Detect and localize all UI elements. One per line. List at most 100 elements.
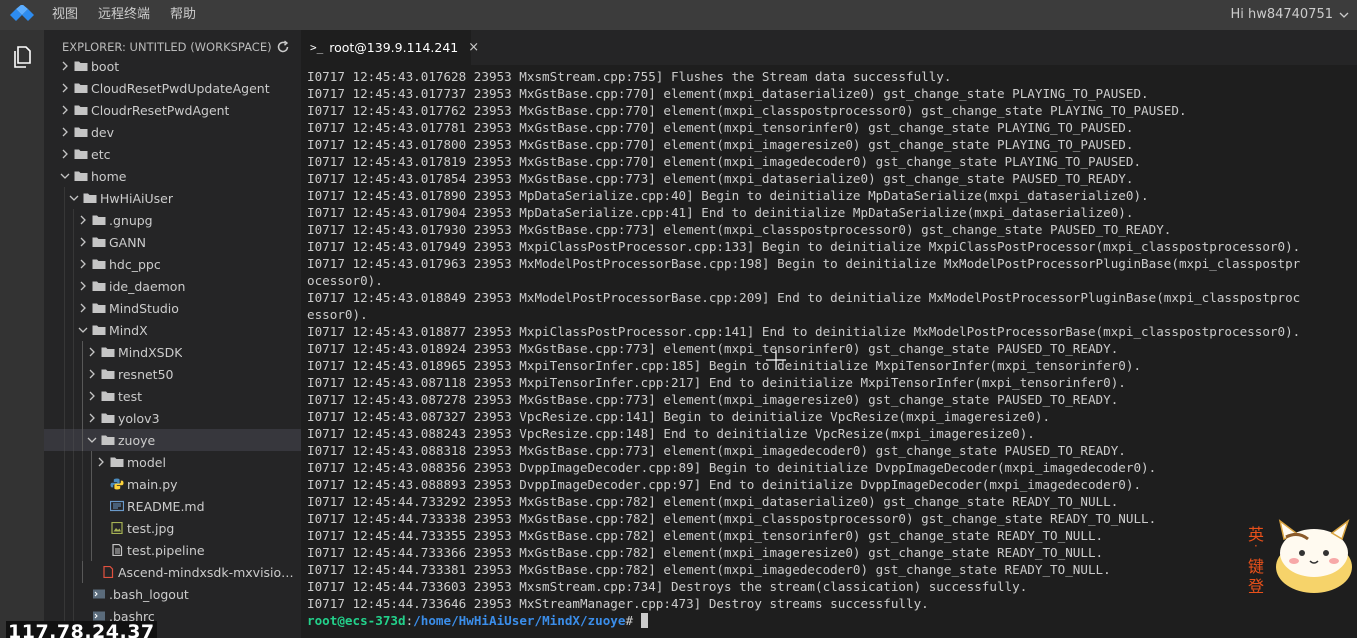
chevron-right-icon[interactable] xyxy=(58,125,72,139)
indent-guide xyxy=(73,473,74,495)
tree-folder-row[interactable]: dev xyxy=(44,121,301,143)
ime-login-label[interactable]: 登 xyxy=(1248,573,1264,597)
terminal-line: I0717 12:45:43.018877 23953 MxpiClassPos… xyxy=(307,324,1301,339)
terminal-line: I0717 12:45:43.018849 23953 MxModelPostP… xyxy=(307,290,1301,305)
tree-folder-row[interactable]: MindX xyxy=(44,319,301,341)
mouse-crosshair-icon xyxy=(766,350,786,370)
user-greeting[interactable]: Hi hw84740751 xyxy=(1230,0,1333,30)
tree-folder-row[interactable]: hdc_ppc xyxy=(44,253,301,275)
tree-folder-row[interactable]: HwHiAiUser xyxy=(44,187,301,209)
tree-folder-row[interactable]: MindStudio xyxy=(44,297,301,319)
tree-item-label: ide_daemon xyxy=(109,278,186,294)
indent-guide xyxy=(82,407,83,429)
chevron-down-icon[interactable] xyxy=(67,191,81,205)
terminal-prompt[interactable]: root@ecs-373d:/home/HwHiAiUser/MindX/zuo… xyxy=(307,612,1357,629)
ime-widget[interactable]: 英 · 键 登 xyxy=(1246,515,1357,597)
indent-guide xyxy=(64,561,65,583)
terminal-line: I0717 12:45:44.733603 23953 MxsmStream.c… xyxy=(307,579,1028,594)
terminal-line: I0717 12:45:43.018965 23953 MxpiTensorIn… xyxy=(307,358,1142,373)
app-logo-icon[interactable] xyxy=(0,0,44,30)
chevron-right-icon[interactable] xyxy=(58,103,72,117)
explorer-files-icon[interactable] xyxy=(9,44,35,70)
indent-guide xyxy=(73,253,74,275)
prompt-path: /home/HwHiAiUser/MindX/zuoye xyxy=(413,613,626,628)
menu-help[interactable]: 帮助 xyxy=(161,0,207,30)
tree-folder-row[interactable]: CloudResetPwdUpdateAgent xyxy=(44,77,301,99)
prompt-symbol: # xyxy=(625,613,634,628)
tree-folder-row[interactable]: CloudrResetPwdAgent xyxy=(44,99,301,121)
tree-folder-row[interactable]: MindXSDK xyxy=(44,341,301,363)
chevron-right-icon[interactable] xyxy=(85,411,99,425)
chevron-right-icon[interactable] xyxy=(76,279,90,293)
tree-folder-row[interactable]: etc xyxy=(44,143,301,165)
terminal-lines: I0717 12:45:43.017628 23953 MxsmStream.c… xyxy=(307,68,1357,629)
refresh-icon[interactable] xyxy=(276,40,290,54)
menu-remote-terminal[interactable]: 远程终端 xyxy=(89,0,161,30)
python-file-icon xyxy=(110,478,124,490)
indent-guide xyxy=(73,363,74,385)
indent-guide xyxy=(82,429,83,451)
tree-file-row[interactable]: test.jpg xyxy=(44,517,301,539)
tree-folder-row[interactable]: yolov3 xyxy=(44,407,301,429)
terminal-tab[interactable]: >_ root@139.9.114.241 × xyxy=(301,30,479,65)
tree-folder-row[interactable]: test xyxy=(44,385,301,407)
indent-guide xyxy=(73,451,74,473)
folder-icon xyxy=(74,104,88,116)
chevron-right-icon[interactable] xyxy=(94,455,108,469)
terminal-line: I0717 12:45:43.088893 23953 DvppImageDec… xyxy=(307,477,1142,492)
chevron-right-icon[interactable] xyxy=(76,257,90,271)
close-icon[interactable]: × xyxy=(468,40,479,55)
indent-guide xyxy=(73,341,74,363)
chevron-down-icon[interactable] xyxy=(1339,11,1349,19)
indent-guide xyxy=(64,539,65,561)
tree-item-label: test.pipeline xyxy=(127,542,205,558)
tree-file-row[interactable]: main.py xyxy=(44,473,301,495)
tree-file-row[interactable]: Ascend-mindxsdk-mxvision_2.0.1_linux-aar… xyxy=(44,561,301,583)
chevron-right-icon[interactable] xyxy=(76,301,90,315)
chevron-right-icon[interactable] xyxy=(58,147,72,161)
indent-guide xyxy=(73,297,74,319)
tree-folder-row[interactable]: model xyxy=(44,451,301,473)
indent-guide xyxy=(91,473,92,495)
chevron-right-icon[interactable] xyxy=(76,213,90,227)
tree-file-row[interactable]: .bash_logout xyxy=(44,583,301,605)
terminal-tab-label: root@139.9.114.241 xyxy=(329,40,459,55)
tree-folder-row[interactable]: home xyxy=(44,165,301,187)
chevron-right-icon[interactable] xyxy=(85,367,99,381)
tree-folder-row[interactable]: zuoye xyxy=(44,429,301,451)
image-file-icon xyxy=(110,521,124,535)
shell-file-icon xyxy=(92,588,106,600)
menu-view[interactable]: 视图 xyxy=(44,0,89,30)
indent-guide xyxy=(64,341,65,363)
terminal-cursor xyxy=(641,613,649,628)
terminal-line: I0717 12:45:43.088318 23953 MxGstBase.cp… xyxy=(307,443,1126,458)
chevron-right-icon[interactable] xyxy=(58,59,72,73)
tree-item-label: GANN xyxy=(109,234,146,250)
tree-folder-row[interactable]: ide_daemon xyxy=(44,275,301,297)
chevron-down-icon[interactable] xyxy=(58,169,72,183)
tree-folder-row[interactable]: GANN xyxy=(44,231,301,253)
tree-folder-row[interactable]: boot xyxy=(44,55,301,77)
tree-folder-row[interactable]: .gnupg xyxy=(44,209,301,231)
chevron-right-icon[interactable] xyxy=(58,81,72,95)
terminal-line: I0717 12:45:43.017890 23953 MpDataSerial… xyxy=(307,188,1149,203)
chevron-right-icon[interactable] xyxy=(85,345,99,359)
chevron-right-icon[interactable] xyxy=(85,389,99,403)
tree-file-row[interactable]: test.pipeline xyxy=(44,539,301,561)
chevron-down-icon[interactable] xyxy=(85,433,99,447)
terminal-line: ocessor0). xyxy=(307,273,383,288)
terminal-output[interactable]: I0717 12:45:43.017628 23953 MxsmStream.c… xyxy=(301,65,1357,638)
tree-folder-row[interactable]: resnet50 xyxy=(44,363,301,385)
terminal-line: I0717 12:45:43.017628 23953 MxsmStream.c… xyxy=(307,69,952,84)
tree-file-row[interactable]: README.md xyxy=(44,495,301,517)
chevron-right-icon[interactable] xyxy=(76,235,90,249)
folder-icon xyxy=(74,60,88,72)
chevron-down-icon[interactable] xyxy=(76,323,90,337)
terminal-line: I0717 12:45:44.733646 23953 MxStreamMana… xyxy=(307,596,929,611)
terminal-line: I0717 12:45:43.088356 23953 DvppImageDec… xyxy=(307,460,1157,475)
tree-item-label: CloudrResetPwdAgent xyxy=(91,102,230,118)
